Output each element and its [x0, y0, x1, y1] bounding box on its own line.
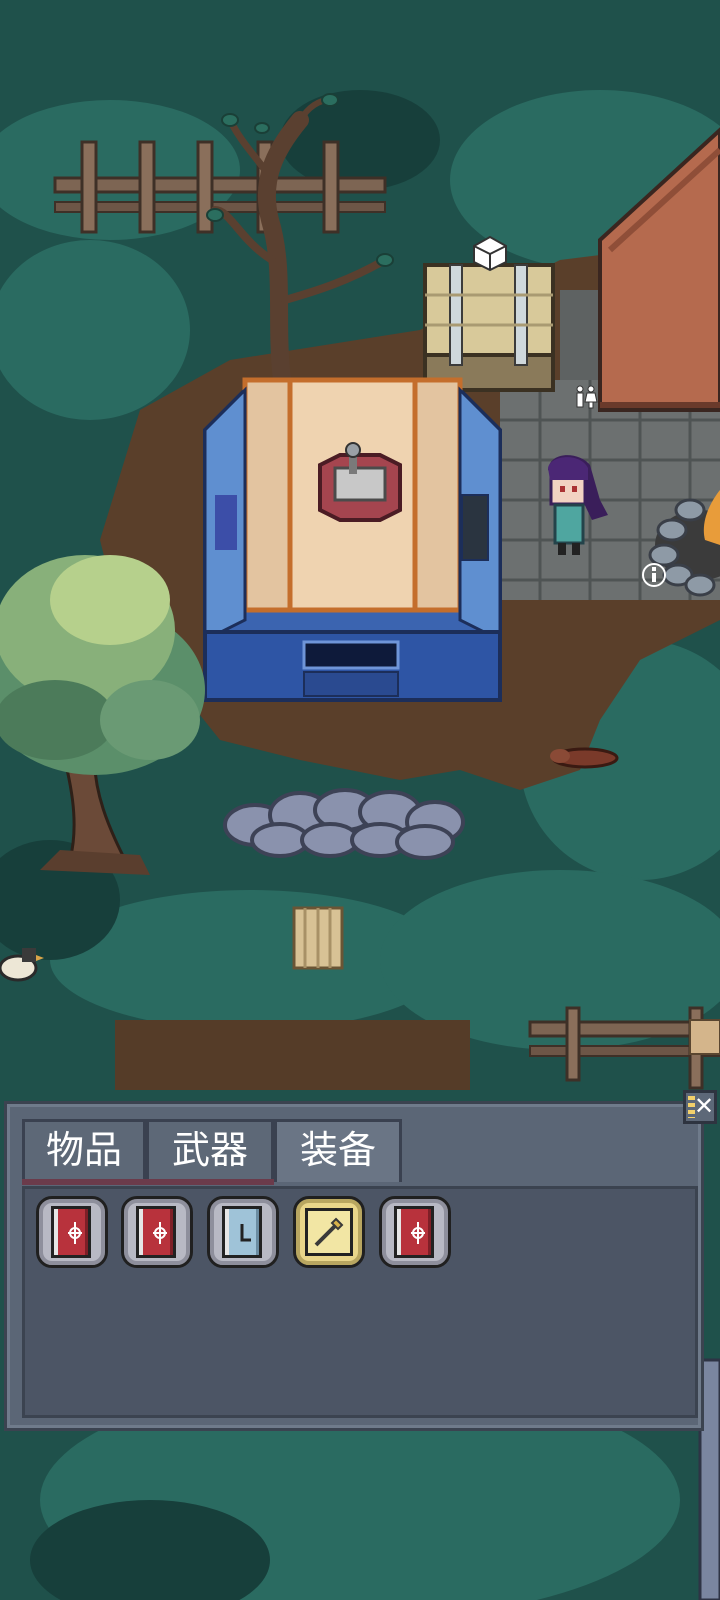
blue-manual-icon	[222, 1206, 262, 1258]
tab-weapons[interactable]: 武器	[146, 1119, 274, 1179]
sleeping-dog[interactable]	[550, 747, 619, 769]
inventory-slot[interactable]	[207, 1196, 279, 1268]
red-spellbook-icon	[136, 1206, 176, 1258]
inventory-slot[interactable]	[121, 1196, 193, 1268]
inventory-slot[interactable]	[36, 1196, 108, 1268]
inventory-slot[interactable]	[379, 1196, 451, 1268]
sword-card-icon	[305, 1208, 353, 1256]
red-spellbook-icon	[51, 1206, 91, 1258]
blue-booth[interactable]	[203, 377, 502, 702]
tab-underline	[22, 1179, 146, 1185]
close-button[interactable]: ✕	[683, 1090, 717, 1124]
close-icon: ✕	[693, 1092, 715, 1120]
tab-items[interactable]: 物品	[22, 1119, 146, 1179]
tab-equipment[interactable]: 装备	[274, 1119, 402, 1182]
small-crate[interactable]	[292, 906, 344, 970]
red-spellbook-icon	[394, 1206, 434, 1258]
tab-underline	[146, 1179, 274, 1185]
inventory-slot[interactable]	[293, 1196, 365, 1268]
game-screen[interactable]: { "inventory": { "tabs": [ {"label": "物品…	[0, 0, 720, 1600]
supply-crate[interactable]	[423, 263, 555, 392]
